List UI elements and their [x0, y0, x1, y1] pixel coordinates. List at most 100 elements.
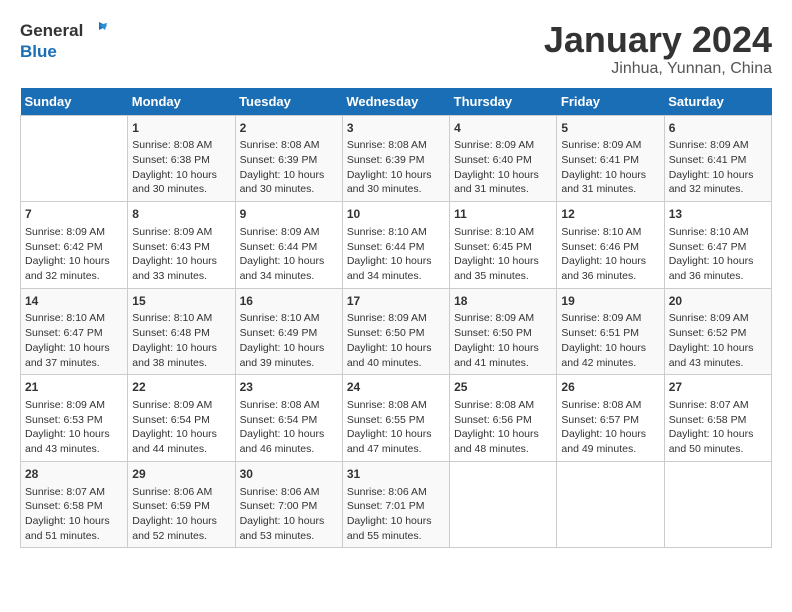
day-number: 22 — [132, 379, 230, 396]
calendar-body: 1Sunrise: 8:08 AM Sunset: 6:38 PM Daylig… — [21, 115, 772, 548]
day-info: Sunrise: 8:09 AM Sunset: 6:54 PM Dayligh… — [132, 398, 230, 457]
calendar-week-3: 14Sunrise: 8:10 AM Sunset: 6:47 PM Dayli… — [21, 288, 772, 375]
day-number: 11 — [454, 206, 552, 223]
day-number: 20 — [669, 293, 767, 310]
calendar-cell: 22 Sunrise: 8:09 AM Sunset: 6:54 PM Dayli… — [128, 375, 235, 462]
logo-container: General Blue — [20, 20, 107, 62]
calendar-title: January 2024 — [544, 20, 772, 60]
calendar-cell — [450, 461, 557, 548]
day-number: 12 — [561, 206, 659, 223]
day-info: Sunrise: 8:09 AM Sunset: 6:42 PM Dayligh… — [25, 225, 123, 284]
calendar-cell: 24 Sunrise: 8:08 AM Sunset: 6:55 PM Dayli… — [342, 375, 449, 462]
day-info: Sunrise: 8:09 AM Sunset: 6:50 PM Dayligh… — [454, 311, 552, 370]
day-info: Sunrise: 8:09 AM Sunset: 6:43 PM Dayligh… — [132, 225, 230, 284]
day-number: 3 — [347, 120, 445, 137]
calendar-cell: 12 Sunrise: 8:10 AM Sunset: 6:46 PM Dayli… — [557, 202, 664, 289]
day-info: Sunrise: 8:08 AM Sunset: 6:39 PM Dayligh… — [240, 138, 338, 197]
calendar-cell: 4Sunrise: 8:09 AM Sunset: 6:40 PM Daylig… — [450, 115, 557, 202]
day-number: 1 — [132, 120, 230, 137]
day-number: 30 — [240, 466, 338, 483]
logo-general: General — [20, 21, 83, 41]
calendar-subtitle: Jinhua, Yunnan, China — [544, 60, 772, 78]
calendar-cell: 31 Sunrise: 8:06 AM Sunset: 7:01 PM Dayli… — [342, 461, 449, 548]
calendar-table: Sunday Monday Tuesday Wednesday Thursday… — [20, 88, 772, 549]
calendar-cell: 11 Sunrise: 8:10 AM Sunset: 6:45 PM Dayli… — [450, 202, 557, 289]
calendar-cell: 10Sunrise: 8:10 AM Sunset: 6:44 PM Dayli… — [342, 202, 449, 289]
calendar-cell: 8Sunrise: 8:09 AM Sunset: 6:43 PM Daylig… — [128, 202, 235, 289]
calendar-cell: 19Sunrise: 8:09 AM Sunset: 6:51 PM Dayli… — [557, 288, 664, 375]
day-info: Sunrise: 8:10 AM Sunset: 6:47 PM Dayligh… — [25, 311, 123, 370]
day-info: Sunrise: 8:08 AM Sunset: 6:38 PM Dayligh… — [132, 138, 230, 197]
title-block: January 2024 Jinhua, Yunnan, China — [544, 20, 772, 78]
day-number: 19 — [561, 293, 659, 310]
day-number: 4 — [454, 120, 552, 137]
day-info: Sunrise: 8:08 AM Sunset: 6:56 PM Dayligh… — [454, 398, 552, 457]
logo-blue: Blue — [20, 42, 107, 62]
calendar-cell: 26Sunrise: 8:08 AM Sunset: 6:57 PM Dayli… — [557, 375, 664, 462]
calendar-cell: 2Sunrise: 8:08 AM Sunset: 6:39 PM Daylig… — [235, 115, 342, 202]
day-info: Sunrise: 8:10 AM Sunset: 6:45 PM Dayligh… — [454, 225, 552, 284]
day-info: Sunrise: 8:06 AM Sunset: 7:01 PM Dayligh… — [347, 485, 445, 544]
calendar-cell: 28Sunrise: 8:07 AM Sunset: 6:58 PM Dayli… — [21, 461, 128, 548]
calendar-cell: 6Sunrise: 8:09 AM Sunset: 6:41 PM Daylig… — [664, 115, 771, 202]
col-monday: Monday — [128, 88, 235, 116]
day-number: 15 — [132, 293, 230, 310]
col-friday: Friday — [557, 88, 664, 116]
calendar-cell: 25 Sunrise: 8:08 AM Sunset: 6:56 PM Dayli… — [450, 375, 557, 462]
day-info: Sunrise: 8:06 AM Sunset: 7:00 PM Dayligh… — [240, 485, 338, 544]
day-number: 31 — [347, 466, 445, 483]
day-info: Sunrise: 8:09 AM Sunset: 6:40 PM Dayligh… — [454, 138, 552, 197]
day-number: 7 — [25, 206, 123, 223]
day-number: 17 — [347, 293, 445, 310]
calendar-cell: 13 Sunrise: 8:10 AM Sunset: 6:47 PM Dayli… — [664, 202, 771, 289]
day-info: Sunrise: 8:09 AM Sunset: 6:50 PM Dayligh… — [347, 311, 445, 370]
day-number: 9 — [240, 206, 338, 223]
day-number: 13 — [669, 206, 767, 223]
calendar-cell: 29Sunrise: 8:06 AM Sunset: 6:59 PM Dayli… — [128, 461, 235, 548]
calendar-cell: 27 Sunrise: 8:07 AM Sunset: 6:58 PM Dayli… — [664, 375, 771, 462]
calendar-cell: 16Sunrise: 8:10 AM Sunset: 6:49 PM Dayli… — [235, 288, 342, 375]
day-info: Sunrise: 8:07 AM Sunset: 6:58 PM Dayligh… — [25, 485, 123, 544]
day-number: 2 — [240, 120, 338, 137]
calendar-cell: 14Sunrise: 8:10 AM Sunset: 6:47 PM Dayli… — [21, 288, 128, 375]
day-number: 10 — [347, 206, 445, 223]
calendar-week-2: 7 Sunrise: 8:09 AM Sunset: 6:42 PM Daylig… — [21, 202, 772, 289]
day-info: Sunrise: 8:09 AM Sunset: 6:41 PM Dayligh… — [669, 138, 767, 197]
day-number: 14 — [25, 293, 123, 310]
day-number: 18 — [454, 293, 552, 310]
day-info: Sunrise: 8:10 AM Sunset: 6:47 PM Dayligh… — [669, 225, 767, 284]
day-info: Sunrise: 8:10 AM Sunset: 6:46 PM Dayligh… — [561, 225, 659, 284]
day-info: Sunrise: 8:10 AM Sunset: 6:49 PM Dayligh… — [240, 311, 338, 370]
day-number: 21 — [25, 379, 123, 396]
day-number: 27 — [669, 379, 767, 396]
col-thursday: Thursday — [450, 88, 557, 116]
calendar-cell: 21Sunrise: 8:09 AM Sunset: 6:53 PM Dayli… — [21, 375, 128, 462]
day-info: Sunrise: 8:08 AM Sunset: 6:55 PM Dayligh… — [347, 398, 445, 457]
calendar-cell — [21, 115, 128, 202]
col-wednesday: Wednesday — [342, 88, 449, 116]
calendar-cell: 17Sunrise: 8:09 AM Sunset: 6:50 PM Dayli… — [342, 288, 449, 375]
calendar-week-4: 21Sunrise: 8:09 AM Sunset: 6:53 PM Dayli… — [21, 375, 772, 462]
day-info: Sunrise: 8:09 AM Sunset: 6:44 PM Dayligh… — [240, 225, 338, 284]
col-saturday: Saturday — [664, 88, 771, 116]
day-number: 29 — [132, 466, 230, 483]
calendar-cell: 18Sunrise: 8:09 AM Sunset: 6:50 PM Dayli… — [450, 288, 557, 375]
calendar-cell: 7 Sunrise: 8:09 AM Sunset: 6:42 PM Daylig… — [21, 202, 128, 289]
day-info: Sunrise: 8:09 AM Sunset: 6:51 PM Dayligh… — [561, 311, 659, 370]
day-number: 24 — [347, 379, 445, 396]
day-info: Sunrise: 8:10 AM Sunset: 6:48 PM Dayligh… — [132, 311, 230, 370]
col-sunday: Sunday — [21, 88, 128, 116]
calendar-cell: 15Sunrise: 8:10 AM Sunset: 6:48 PM Dayli… — [128, 288, 235, 375]
day-number: 6 — [669, 120, 767, 137]
day-info: Sunrise: 8:09 AM Sunset: 6:41 PM Dayligh… — [561, 138, 659, 197]
day-number: 5 — [561, 120, 659, 137]
day-number: 25 — [454, 379, 552, 396]
calendar-cell — [664, 461, 771, 548]
col-tuesday: Tuesday — [235, 88, 342, 116]
calendar-cell: 20Sunrise: 8:09 AM Sunset: 6:52 PM Dayli… — [664, 288, 771, 375]
day-number: 23 — [240, 379, 338, 396]
calendar-week-5: 28Sunrise: 8:07 AM Sunset: 6:58 PM Dayli… — [21, 461, 772, 548]
day-info: Sunrise: 8:07 AM Sunset: 6:58 PM Dayligh… — [669, 398, 767, 457]
logo-bird-icon — [85, 20, 107, 42]
day-number: 16 — [240, 293, 338, 310]
